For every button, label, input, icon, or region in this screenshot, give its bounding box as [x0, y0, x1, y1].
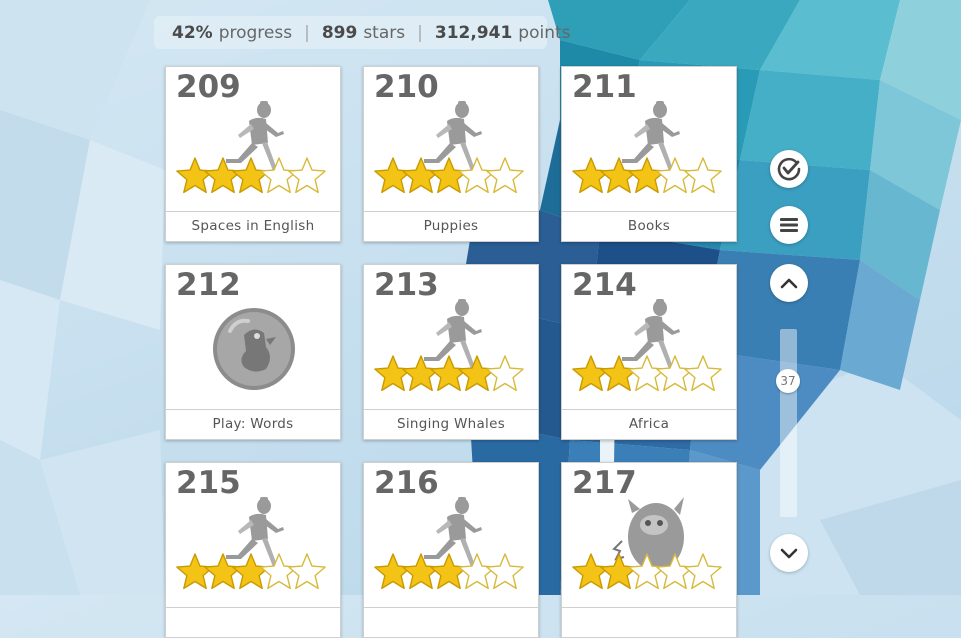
level-card-214[interactable]: 214 Africa — [561, 264, 737, 440]
bubble-creature-icon — [213, 308, 295, 390]
menu-icon — [780, 218, 798, 232]
star-filled-icon — [204, 553, 242, 590]
scrollbar-thumb[interactable]: 37 — [776, 369, 800, 393]
progress-label: progress — [218, 22, 293, 43]
points-value: 312,941 — [434, 22, 513, 43]
star-filled-icon — [374, 355, 412, 392]
level-number: 209 — [176, 69, 241, 105]
level-card-212[interactable]: 212 Play: Words — [165, 264, 341, 440]
star-filled-icon — [600, 553, 638, 590]
star-filled-icon — [402, 157, 440, 194]
level-title — [166, 607, 340, 637]
star-empty-icon — [656, 355, 694, 392]
star-filled-icon — [176, 553, 214, 590]
menu-button[interactable] — [770, 206, 808, 244]
star-empty-icon — [260, 157, 298, 194]
level-number: 215 — [176, 465, 241, 501]
star-empty-icon — [684, 157, 722, 194]
star-filled-icon — [430, 355, 468, 392]
level-title: Africa — [562, 409, 736, 439]
star-empty-icon — [656, 157, 694, 194]
points-label: points — [518, 22, 571, 43]
level-card-217[interactable]: 217 — [561, 462, 737, 638]
scroll-up-button[interactable] — [770, 264, 808, 302]
level-title — [562, 607, 736, 637]
level-number: 210 — [374, 69, 439, 105]
star-filled-icon — [572, 355, 610, 392]
star-filled-icon — [600, 355, 638, 392]
level-number: 212 — [176, 267, 241, 303]
star-filled-icon — [232, 157, 270, 194]
star-empty-icon — [486, 355, 524, 392]
star-filled-icon — [402, 355, 440, 392]
star-filled-icon — [430, 157, 468, 194]
star-empty-icon — [628, 355, 666, 392]
progress-stats-bar: 42% progress | 899 stars | 312,941 point… — [154, 16, 571, 49]
level-title: Play: Words — [166, 409, 340, 439]
star-empty-icon — [458, 553, 496, 590]
star-filled-icon — [374, 553, 412, 590]
level-card-213[interactable]: 213 Singing Whales — [363, 264, 539, 440]
star-filled-icon — [600, 157, 638, 194]
stars-label: stars — [363, 22, 406, 43]
star-filled-icon — [232, 553, 270, 590]
chevron-up-icon — [780, 278, 798, 289]
check-circle-icon — [777, 157, 801, 181]
level-title — [364, 607, 538, 637]
check-button[interactable] — [770, 150, 808, 188]
star-filled-icon — [204, 157, 242, 194]
star-empty-icon — [458, 157, 496, 194]
separator: | — [417, 22, 423, 43]
star-empty-icon — [288, 157, 326, 194]
level-card-216[interactable]: 216 — [363, 462, 539, 638]
level-number: 217 — [572, 465, 637, 501]
separator: | — [304, 22, 310, 43]
stars-value: 899 — [321, 22, 358, 43]
chevron-down-icon — [780, 548, 798, 559]
level-card-215[interactable]: 215 — [165, 462, 341, 638]
level-card-210[interactable]: 210 Puppies — [363, 66, 539, 242]
star-empty-icon — [288, 553, 326, 590]
star-filled-icon — [402, 553, 440, 590]
star-filled-icon — [374, 157, 412, 194]
star-filled-icon — [430, 553, 468, 590]
star-filled-icon — [458, 355, 496, 392]
level-title: Spaces in English — [166, 211, 340, 241]
level-number: 211 — [572, 69, 637, 105]
level-number: 216 — [374, 465, 439, 501]
level-card-209[interactable]: 209 Spaces in English — [165, 66, 341, 242]
star-filled-icon — [572, 157, 610, 194]
level-number: 214 — [572, 267, 637, 303]
scrollbar-track[interactable] — [780, 329, 797, 517]
level-title: Puppies — [364, 211, 538, 241]
progress-value: 42% — [172, 22, 213, 43]
star-empty-icon — [684, 553, 722, 590]
level-title: Books — [562, 211, 736, 241]
level-card-211[interactable]: 211 Books — [561, 66, 737, 242]
star-filled-icon — [572, 553, 610, 590]
star-filled-icon — [176, 157, 214, 194]
star-empty-icon — [486, 157, 524, 194]
level-title: Singing Whales — [364, 409, 538, 439]
level-number: 213 — [374, 267, 439, 303]
star-empty-icon — [486, 553, 524, 590]
star-empty-icon — [260, 553, 298, 590]
scroll-down-button[interactable] — [770, 534, 808, 572]
star-empty-icon — [684, 355, 722, 392]
star-filled-icon — [628, 157, 666, 194]
